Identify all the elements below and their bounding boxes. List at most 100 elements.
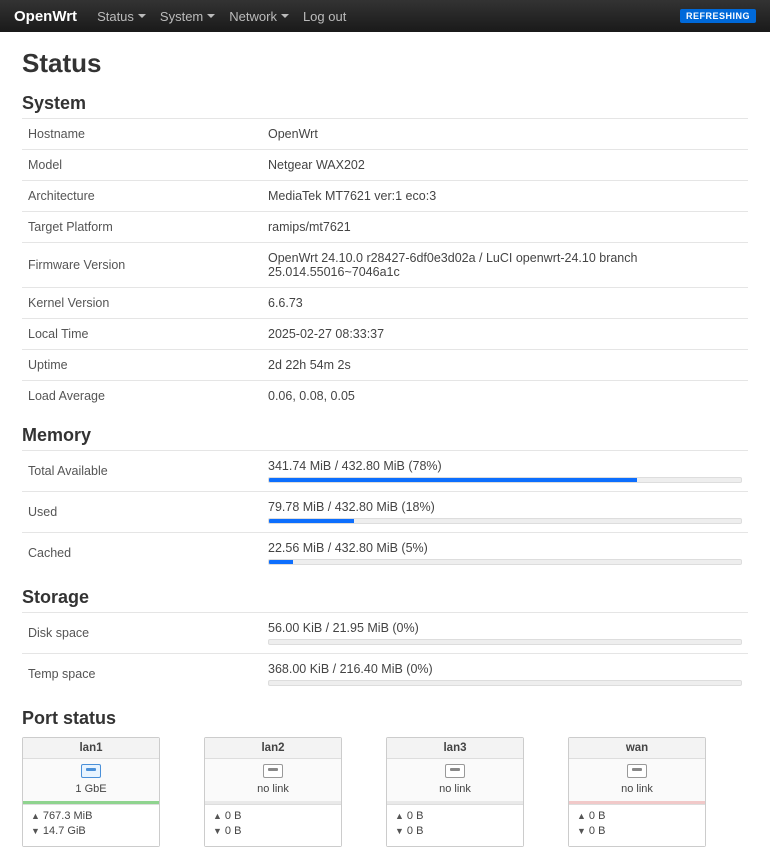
ethernet-port-icon xyxy=(81,764,101,778)
progress-fill xyxy=(269,478,637,482)
progress-text: 341.74 MiB / 432.80 MiB (78%) xyxy=(268,459,742,473)
progress-cell: 341.74 MiB / 432.80 MiB (78%) xyxy=(268,459,742,483)
table-row: Disk space56.00 KiB / 21.95 MiB (0%) xyxy=(22,612,748,653)
port-up: ▲0 B xyxy=(577,809,697,824)
arrow-up-icon: ▲ xyxy=(577,811,586,821)
row-label: Cached xyxy=(28,546,268,560)
page-container: Status System HostnameOpenWrtModelNetgea… xyxy=(0,32,770,867)
port-name: lan1 xyxy=(23,738,159,759)
ethernet-port-icon xyxy=(263,764,283,778)
port-stats: ▲0 B▼0 B xyxy=(205,804,341,846)
row-value: OpenWrt xyxy=(268,127,742,141)
progress-text: 56.00 KiB / 21.95 MiB (0%) xyxy=(268,621,742,635)
top-navbar: OpenWrt Status System Network Log out RE… xyxy=(0,0,770,32)
port-speed: no link xyxy=(257,783,289,795)
nav-item-label: Network xyxy=(229,9,277,24)
table-row: Kernel Version6.6.73 xyxy=(22,287,748,318)
row-label: Hostname xyxy=(28,127,268,141)
port-speed: 1 GbE xyxy=(75,783,106,795)
nav-item-network[interactable]: Network xyxy=(229,9,289,24)
progress-text: 79.78 MiB / 432.80 MiB (18%) xyxy=(268,500,742,514)
row-label: Architecture xyxy=(28,189,268,203)
progress-fill xyxy=(269,560,293,564)
page-title: Status xyxy=(22,48,748,79)
port-name: wan xyxy=(569,738,705,759)
row-label: Disk space xyxy=(28,626,268,640)
arrow-down-icon: ▼ xyxy=(31,826,40,836)
table-row: Temp space368.00 KiB / 216.40 MiB (0%) xyxy=(22,653,748,694)
port-card-lan2[interactable]: lan2 no link ▲0 B▼0 B xyxy=(204,737,342,847)
progress-bar xyxy=(268,680,742,686)
row-label: Target Platform xyxy=(28,220,268,234)
progress-cell: 79.78 MiB / 432.80 MiB (18%) xyxy=(268,500,742,524)
port-down: ▼0 B xyxy=(395,824,515,839)
port-name: lan2 xyxy=(205,738,341,759)
row-label: Firmware Version xyxy=(28,258,268,272)
port-up: ▲767.3 MiB xyxy=(31,809,151,824)
progress-bar xyxy=(268,477,742,483)
storage-table: Disk space56.00 KiB / 21.95 MiB (0%)Temp… xyxy=(22,612,748,694)
row-label: Uptime xyxy=(28,358,268,372)
section-heading-memory: Memory xyxy=(22,425,748,446)
port-down: ▼14.7 GiB xyxy=(31,824,151,839)
chevron-down-icon xyxy=(281,14,289,18)
port-name: lan3 xyxy=(387,738,523,759)
nav-item-status[interactable]: Status xyxy=(97,9,146,24)
row-label: Total Available xyxy=(28,464,268,478)
table-row: HostnameOpenWrt xyxy=(22,118,748,149)
row-label: Model xyxy=(28,158,268,172)
chevron-down-icon xyxy=(138,14,146,18)
progress-cell: 368.00 KiB / 216.40 MiB (0%) xyxy=(268,662,742,686)
row-value: 0.06, 0.08, 0.05 xyxy=(268,389,742,403)
port-body: 1 GbE xyxy=(23,759,159,804)
port-card-lan1[interactable]: lan1 1 GbE ▲767.3 MiB▼14.7 GiB xyxy=(22,737,160,847)
nav-item-logout[interactable]: Log out xyxy=(303,9,346,24)
port-body: no link xyxy=(205,759,341,804)
row-label: Load Average xyxy=(28,389,268,403)
table-row: ModelNetgear WAX202 xyxy=(22,149,748,180)
arrow-up-icon: ▲ xyxy=(395,811,404,821)
ethernet-port-icon xyxy=(627,764,647,778)
port-down: ▼0 B xyxy=(213,824,333,839)
row-value: 2d 22h 54m 2s xyxy=(268,358,742,372)
arrow-up-icon: ▲ xyxy=(213,811,222,821)
row-value: Netgear WAX202 xyxy=(268,158,742,172)
arrow-down-icon: ▼ xyxy=(577,826,586,836)
section-heading-storage: Storage xyxy=(22,587,748,608)
row-value: 2025-02-27 08:33:37 xyxy=(268,327,742,341)
row-value: MediaTek MT7621 ver:1 eco:3 xyxy=(268,189,742,203)
progress-text: 368.00 KiB / 216.40 MiB (0%) xyxy=(268,662,742,676)
table-row: Local Time2025-02-27 08:33:37 xyxy=(22,318,748,349)
port-up: ▲0 B xyxy=(213,809,333,824)
arrow-down-icon: ▼ xyxy=(213,826,222,836)
port-stats: ▲0 B▼0 B xyxy=(569,804,705,846)
arrow-down-icon: ▼ xyxy=(395,826,404,836)
row-label: Kernel Version xyxy=(28,296,268,310)
nav-menu: Status System Network Log out xyxy=(97,9,680,24)
table-row: Uptime2d 22h 54m 2s xyxy=(22,349,748,380)
port-card-wan[interactable]: wanno link▲0 B▼0 B xyxy=(568,737,706,847)
section-heading-system: System xyxy=(22,93,748,114)
port-speed: no link xyxy=(621,783,653,795)
section-heading-ports: Port status xyxy=(22,708,748,729)
table-row: Total Available341.74 MiB / 432.80 MiB (… xyxy=(22,450,748,491)
row-label: Temp space xyxy=(28,667,268,681)
table-row: Used79.78 MiB / 432.80 MiB (18%) xyxy=(22,491,748,532)
row-value: OpenWrt 24.10.0 r28427-6df0e3d02a / LuCI… xyxy=(268,251,742,279)
port-speed: no link xyxy=(439,783,471,795)
port-up: ▲0 B xyxy=(395,809,515,824)
nav-item-label: Status xyxy=(97,9,134,24)
nav-item-label: System xyxy=(160,9,203,24)
refreshing-badge: REFRESHING xyxy=(680,9,756,23)
port-stats: ▲0 B▼0 B xyxy=(387,804,523,846)
ethernet-port-icon xyxy=(445,764,465,778)
brand-logo[interactable]: OpenWrt xyxy=(14,8,77,25)
progress-cell: 56.00 KiB / 21.95 MiB (0%) xyxy=(268,621,742,645)
progress-bar xyxy=(268,518,742,524)
port-card-lan3[interactable]: lan3 no link ▲0 B▼0 B xyxy=(386,737,524,847)
ports-row: lan1 1 GbE ▲767.3 MiB▼14.7 GiB lan2 no link ▲… xyxy=(22,737,748,847)
table-row: ArchitectureMediaTek MT7621 ver:1 eco:3 xyxy=(22,180,748,211)
nav-item-system[interactable]: System xyxy=(160,9,215,24)
progress-cell: 22.56 MiB / 432.80 MiB (5%) xyxy=(268,541,742,565)
row-value: ramips/mt7621 xyxy=(268,220,742,234)
